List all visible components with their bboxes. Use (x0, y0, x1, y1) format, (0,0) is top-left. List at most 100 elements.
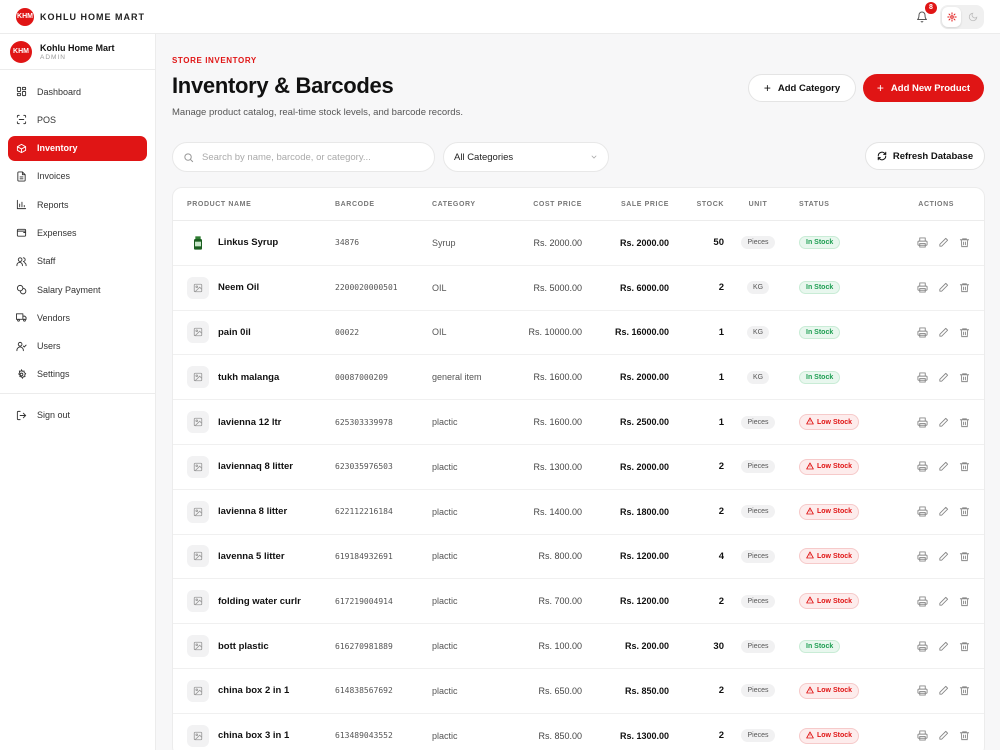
unit-badge: KG (746, 325, 770, 339)
print-barcode-button[interactable] (916, 506, 928, 517)
store-profile: KHM Kohlu Home Mart ADMIN (0, 34, 155, 70)
stock-cell: 2 (718, 730, 724, 742)
sidebar-item-label: Reports (37, 199, 69, 210)
table-row: lavienna 12 ltr 625303339978 plactic Rs. 16… (173, 400, 984, 445)
printer-icon (916, 641, 928, 652)
document-icon (17, 171, 26, 182)
print-barcode-button[interactable] (916, 730, 928, 741)
search-input[interactable] (202, 151, 412, 163)
edit-button[interactable] (938, 327, 949, 338)
print-barcode-button[interactable] (916, 327, 928, 338)
print-barcode-button[interactable] (916, 551, 928, 562)
sidebar-item-invoices[interactable]: Invoices (8, 164, 147, 189)
sidebar-item-label: Invoices (37, 171, 71, 182)
actions-cell (874, 506, 984, 517)
print-barcode-button[interactable] (916, 461, 928, 472)
printer-icon (916, 461, 928, 472)
print-barcode-button[interactable] (916, 417, 928, 428)
sale-price-cell: Rs. 850.00 (624, 685, 669, 696)
delete-button[interactable] (959, 282, 970, 293)
status-label: In Stock (806, 373, 834, 381)
delete-button[interactable] (959, 730, 970, 741)
sale-price-cell: Rs. 1300.00 (619, 730, 669, 741)
status-badge: In Stock (799, 236, 841, 250)
delete-button[interactable] (959, 506, 970, 517)
edit-button[interactable] (938, 417, 949, 428)
pencil-icon (938, 461, 949, 472)
delete-button[interactable] (959, 327, 970, 338)
delete-button[interactable] (959, 551, 970, 562)
sidebar-item-pos[interactable]: POS (8, 107, 147, 132)
coins-icon (16, 284, 27, 295)
theme-toggle[interactable] (940, 4, 984, 29)
sidebar-item-settings[interactable]: Settings (8, 362, 147, 387)
image-placeholder-icon (187, 679, 209, 702)
sidebar-item-staff[interactable]: Staff (8, 249, 147, 274)
delete-button[interactable] (959, 461, 970, 472)
product-cell: Linkus Syrup (173, 232, 335, 254)
barcode-cell: 2200020000501 (335, 283, 398, 293)
print-barcode-button[interactable] (916, 641, 928, 652)
table-row: folding water curlr 617219004914 plactic Rs… (173, 579, 984, 625)
stock-cell: 2 (718, 282, 724, 294)
product-name: laviennaq 8 litter (218, 461, 293, 473)
edit-button[interactable] (938, 372, 949, 383)
delete-button[interactable] (959, 372, 970, 383)
add-category-button[interactable]: + Add Category (748, 74, 856, 102)
print-barcode-button[interactable] (916, 237, 928, 248)
edit-button[interactable] (938, 641, 949, 652)
product-name: folding water curlr (218, 595, 301, 607)
dark-theme-button[interactable] (963, 7, 982, 27)
light-theme-button[interactable] (942, 6, 961, 27)
sidebar-item-inventory[interactable]: Inventory (8, 135, 147, 161)
product-name: china box 3 in 1 (218, 730, 290, 742)
table-row: china box 2 in 1 614838567692 plactic Rs. 6… (173, 669, 984, 714)
trash-icon (959, 372, 970, 383)
delete-button[interactable] (959, 685, 970, 696)
category-filter-select[interactable]: All Categories (443, 142, 609, 172)
edit-button[interactable] (938, 237, 949, 248)
pencil-icon (938, 372, 949, 383)
edit-button[interactable] (938, 282, 949, 293)
print-barcode-button[interactable] (916, 372, 928, 383)
printer-icon (916, 372, 928, 383)
sidebar-item-dashboard[interactable]: Dashboard (8, 79, 147, 104)
print-barcode-button[interactable] (916, 596, 928, 607)
edit-button[interactable] (938, 685, 949, 696)
pencil-icon (938, 730, 949, 741)
sidebar-item-vendors[interactable]: Vendors (8, 305, 147, 330)
product-cell: Neem Oil (173, 276, 335, 299)
sidebar-item-expenses[interactable]: Expenses (8, 220, 147, 245)
barcode-cell: 622112216184 (335, 507, 393, 517)
printer-icon (916, 417, 928, 428)
sign-out-button[interactable]: Sign out (8, 403, 147, 428)
unit-cell: Pieces (724, 594, 792, 608)
print-barcode-button[interactable] (916, 685, 928, 696)
printer-icon (916, 282, 928, 293)
sidebar-item-reports[interactable]: Reports (8, 192, 147, 217)
refresh-database-button[interactable]: Refresh Database (865, 142, 985, 170)
warning-icon (806, 596, 814, 606)
edit-button[interactable] (938, 506, 949, 517)
status-cell: Low Stock (792, 682, 874, 699)
delete-button[interactable] (959, 596, 970, 607)
delete-button[interactable] (959, 417, 970, 428)
table-row: tukh malanga 00087000209 general item Rs. 1… (173, 355, 984, 401)
search-box[interactable] (172, 142, 435, 172)
unit-badge: Pieces (741, 639, 775, 653)
unit-badge: Pieces (741, 594, 775, 608)
cost-price-cell: Rs. 2000.00 (533, 237, 582, 248)
edit-button[interactable] (938, 730, 949, 741)
status-badge: Low Stock (799, 593, 860, 610)
delete-button[interactable] (959, 237, 970, 248)
edit-button[interactable] (938, 461, 949, 472)
edit-button[interactable] (938, 596, 949, 607)
print-barcode-button[interactable] (916, 282, 928, 293)
sidebar-item-users[interactable]: Users (8, 334, 147, 359)
cost-price-cell: Rs. 10000.00 (528, 327, 582, 338)
delete-button[interactable] (959, 641, 970, 652)
sidebar-item-salary-payment[interactable]: Salary Payment (8, 277, 147, 302)
notifications-button[interactable]: 8 (912, 1, 937, 27)
add-new-product-button[interactable]: + Add New Product (863, 74, 984, 102)
edit-button[interactable] (938, 551, 949, 562)
